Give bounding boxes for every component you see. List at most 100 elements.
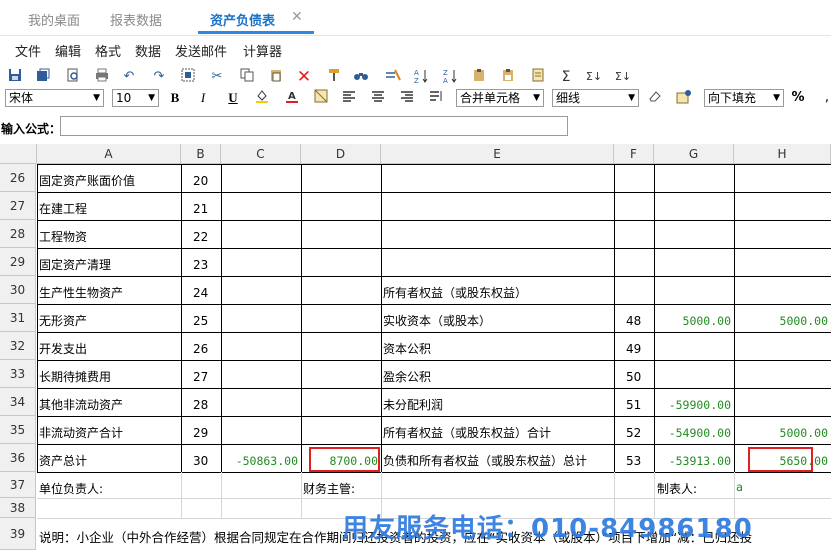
cell-a[interactable]: 其他非流动资产: [39, 396, 178, 414]
cell-b[interactable]: 25: [183, 312, 218, 330]
cut-icon[interactable]: ✂: [208, 68, 226, 86]
font-color-icon[interactable]: A: [283, 89, 301, 107]
cell-a[interactable]: 生产性生物资产: [39, 284, 178, 302]
cell-c[interactable]: [223, 340, 298, 358]
cell-b[interactable]: 22: [183, 228, 218, 246]
cell-g[interactable]: [656, 228, 731, 246]
font-family-select[interactable]: 宋体 ▼: [5, 89, 104, 107]
cell-d[interactable]: [303, 228, 378, 246]
print-icon[interactable]: [93, 68, 111, 86]
cell-d[interactable]: [303, 396, 378, 414]
wrap-text-icon[interactable]: [427, 89, 445, 107]
cell-g[interactable]: -53913.00: [656, 452, 731, 470]
cell-g[interactable]: 5000.00: [656, 312, 731, 330]
delete-icon[interactable]: ✕: [295, 68, 313, 86]
align-right-icon[interactable]: [398, 89, 416, 107]
document-icon[interactable]: [529, 68, 547, 86]
cell-g[interactable]: [656, 284, 731, 302]
cell-e[interactable]: 资本公积: [383, 340, 611, 358]
cell-g[interactable]: [656, 172, 731, 190]
cell-h[interactable]: [736, 172, 828, 190]
cell-c[interactable]: [223, 396, 298, 414]
sum-column-icon[interactable]: Σ↓: [614, 68, 632, 86]
cell-b[interactable]: 20: [183, 172, 218, 190]
cell-e[interactable]: 所有者权益（或股东权益）合计: [383, 424, 611, 442]
column-header-e[interactable]: E: [381, 144, 614, 164]
cell-a[interactable]: 资产总计: [39, 452, 178, 470]
merge-cells-select[interactable]: 合并单元格 ▼: [456, 89, 544, 107]
row-header[interactable]: 28: [0, 220, 36, 248]
menu-calculator[interactable]: 计算器: [243, 41, 282, 60]
cell-b[interactable]: 28: [183, 396, 218, 414]
cell-h[interactable]: [736, 284, 828, 302]
cell-g[interactable]: -54900.00: [656, 424, 731, 442]
cell-d[interactable]: [303, 368, 378, 386]
cell-c[interactable]: [223, 424, 298, 442]
undo-icon[interactable]: ↶: [120, 68, 138, 86]
cell-e[interactable]: 未分配利润: [383, 396, 611, 414]
cell-b[interactable]: 21: [183, 200, 218, 218]
cell-a[interactable]: 在建工程: [39, 200, 178, 218]
diagonal-border-icon[interactable]: [312, 89, 330, 107]
cell-d[interactable]: [303, 424, 378, 442]
cell-b[interactable]: 23: [183, 256, 218, 274]
row-header[interactable]: 34: [0, 388, 36, 416]
cell-c[interactable]: [223, 312, 298, 330]
cell-f[interactable]: [616, 228, 651, 246]
row-header[interactable]: 32: [0, 332, 36, 360]
tab-report-data[interactable]: 报表数据: [110, 10, 162, 29]
column-header-b[interactable]: B: [181, 144, 221, 164]
formula-input[interactable]: [60, 116, 568, 136]
row-header[interactable]: 39: [0, 518, 36, 550]
row-header[interactable]: 30: [0, 276, 36, 304]
cell-d[interactable]: [303, 200, 378, 218]
fill-color-icon[interactable]: [253, 89, 271, 107]
settings-icon[interactable]: [675, 89, 693, 107]
italic-button[interactable]: I: [194, 89, 212, 107]
row-header[interactable]: 37: [0, 472, 36, 498]
cell-f[interactable]: 53: [616, 452, 651, 470]
sum-icon[interactable]: Σ: [557, 68, 575, 86]
cell-h[interactable]: [736, 340, 828, 358]
clipboard-icon[interactable]: [470, 68, 488, 86]
cell-b[interactable]: 29: [183, 424, 218, 442]
replace-icon[interactable]: [384, 68, 402, 86]
cell-d[interactable]: [303, 256, 378, 274]
print-preview-icon[interactable]: [64, 68, 82, 86]
percent-button[interactable]: %: [789, 89, 807, 107]
cell-e[interactable]: 盈余公积: [383, 368, 611, 386]
cell-f[interactable]: 52: [616, 424, 651, 442]
select-all-corner[interactable]: [0, 144, 37, 164]
column-header-d[interactable]: D: [301, 144, 381, 164]
cell-c[interactable]: [223, 368, 298, 386]
menu-format[interactable]: 格式: [95, 41, 121, 60]
cell-a[interactable]: 非流动资产合计: [39, 424, 178, 442]
row-header[interactable]: 38: [0, 498, 36, 518]
align-center-icon[interactable]: [369, 89, 387, 107]
cell-c[interactable]: -50863.00: [223, 452, 298, 470]
menu-send-email[interactable]: 发送邮件: [175, 41, 227, 60]
cell-e[interactable]: [383, 228, 611, 246]
comma-icon[interactable]: ,: [818, 89, 831, 107]
preparer-value[interactable]: a: [736, 480, 826, 496]
cell-a[interactable]: 开发支出: [39, 340, 178, 358]
align-left-icon[interactable]: [340, 89, 358, 107]
cell-c[interactable]: [223, 228, 298, 246]
menu-file[interactable]: 文件: [15, 41, 41, 60]
cell-h[interactable]: 5000.00: [736, 424, 828, 442]
fill-down-select[interactable]: 向下填充 ▼: [704, 89, 784, 107]
cell-e[interactable]: [383, 256, 611, 274]
cell-h[interactable]: [736, 228, 828, 246]
border-style-select[interactable]: 细线 ▼: [552, 89, 639, 107]
cell-a[interactable]: 固定资产清理: [39, 256, 178, 274]
select-all-icon[interactable]: [179, 68, 197, 86]
cell-b[interactable]: 27: [183, 368, 218, 386]
cell-g[interactable]: [656, 340, 731, 358]
cell-b[interactable]: 24: [183, 284, 218, 302]
save-icon[interactable]: [6, 68, 24, 86]
cell-g[interactable]: [656, 256, 731, 274]
sort-descending-icon[interactable]: ZA: [442, 68, 460, 86]
tab-balance-sheet[interactable]: 资产负债表: [210, 10, 275, 29]
row-header[interactable]: 33: [0, 360, 36, 388]
sum-row-icon[interactable]: Σ↓: [585, 68, 603, 86]
